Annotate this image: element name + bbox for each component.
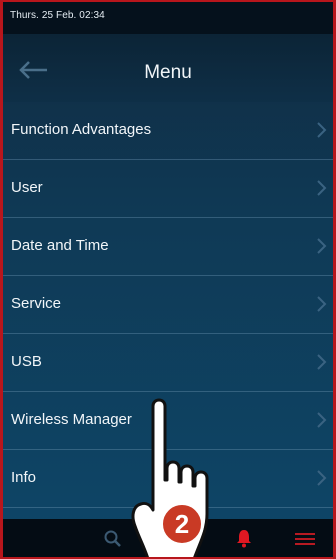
menu-item-service[interactable]: Service xyxy=(3,276,333,334)
device-screen: Thurs. 25 Feb. 02:34 Menu Function Advan… xyxy=(3,2,333,557)
menu-item-label: Wireless Manager xyxy=(11,411,132,428)
header-bar: Menu xyxy=(3,34,333,102)
chevron-right-icon xyxy=(317,238,327,254)
search-icon[interactable] xyxy=(103,529,123,549)
chevron-right-icon xyxy=(317,180,327,196)
menu-item-label: User xyxy=(11,179,43,196)
menu-item-label: Info xyxy=(11,469,37,486)
menu-item-date-and-time[interactable]: Date and Time xyxy=(3,218,333,276)
status-datetime: Thurs. 25 Feb. 02:34 xyxy=(10,10,105,21)
menu-item-usb[interactable]: USB xyxy=(3,334,333,392)
chevron-right-icon xyxy=(317,296,327,312)
chevron-right-icon xyxy=(317,470,327,486)
chevron-right-icon xyxy=(317,412,327,428)
menu-item-function-advantages[interactable]: Function Advantages xyxy=(3,102,333,160)
status-bar: Thurs. 25 Feb. 02:34 xyxy=(3,2,333,34)
menu-item-label: Service xyxy=(11,295,62,312)
menu-item-label: USB xyxy=(11,353,42,370)
chevron-right-icon xyxy=(317,354,327,370)
menu-item-user[interactable]: User xyxy=(3,160,333,218)
menu-item-label: Date and Time xyxy=(11,237,109,254)
bell-icon[interactable] xyxy=(236,528,252,548)
step-badge: 2 xyxy=(160,502,204,546)
menu-item-label: Function Advantages xyxy=(11,121,152,138)
chevron-right-icon xyxy=(317,122,327,138)
menu-icon[interactable] xyxy=(293,531,317,547)
page-title: Menu xyxy=(144,62,192,83)
